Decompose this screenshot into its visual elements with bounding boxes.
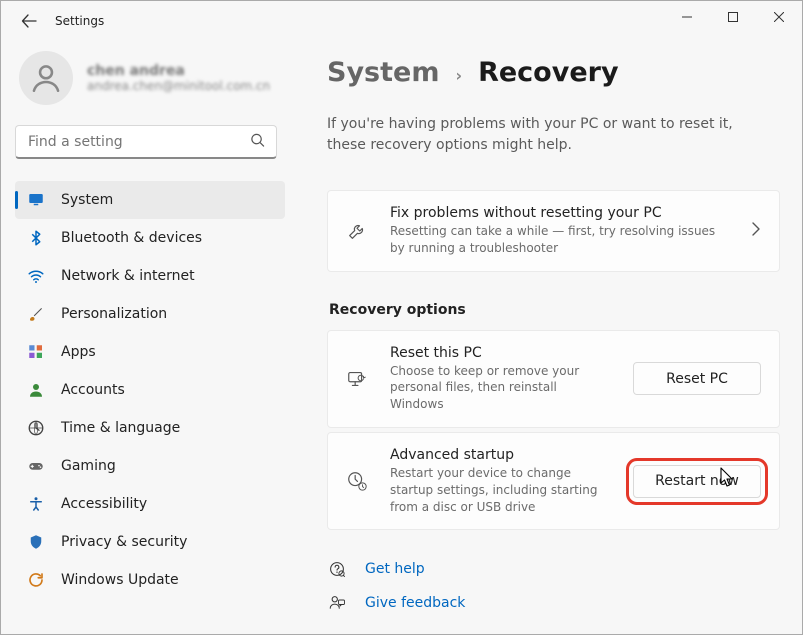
card-reset-pc: Reset this PC Choose to keep or remove y… xyxy=(327,330,780,428)
monitor-icon xyxy=(27,191,45,209)
sidebar-item-label: Accounts xyxy=(61,382,125,398)
wifi-icon xyxy=(27,267,45,285)
sidebar-item-label: Network & internet xyxy=(61,268,195,284)
maximize-button[interactable] xyxy=(710,1,756,33)
sidebar-item-apps[interactable]: Apps xyxy=(15,333,285,371)
sidebar-item-label: Personalization xyxy=(61,306,167,322)
titlebar: Settings xyxy=(1,1,802,41)
reset-pc-sub: Choose to keep or remove your personal f… xyxy=(390,363,611,413)
sidebar-item-accessibility[interactable]: Accessibility xyxy=(15,485,285,523)
search-input[interactable] xyxy=(15,125,277,159)
sidebar-item-personalization[interactable]: Personalization xyxy=(15,295,285,333)
maximize-icon xyxy=(728,12,738,22)
shield-icon xyxy=(27,533,45,551)
minimize-button[interactable] xyxy=(664,1,710,33)
sidebar-item-label: System xyxy=(61,192,113,208)
feedback-icon xyxy=(328,594,346,612)
wrench-icon xyxy=(346,220,368,242)
give-feedback-label: Give feedback xyxy=(365,595,465,611)
clock-globe-icon xyxy=(27,419,45,437)
profile-name: chen andrea xyxy=(87,63,270,79)
person-icon xyxy=(29,61,63,95)
reset-pc-title: Reset this PC xyxy=(390,345,611,361)
fix-problems-sub: Resetting can take a while — first, try … xyxy=(390,223,729,257)
advanced-startup-sub: Restart your device to change startup se… xyxy=(390,465,611,515)
sidebar-item-accounts[interactable]: Accounts xyxy=(15,371,285,409)
sidebar-item-label: Gaming xyxy=(61,458,116,474)
minimize-icon xyxy=(682,12,692,22)
sidebar-item-time-language[interactable]: Time & language xyxy=(15,409,285,447)
sidebar-item-privacy-security[interactable]: Privacy & security xyxy=(15,523,285,561)
breadcrumb-current: Recovery xyxy=(478,57,618,88)
sidebar-item-label: Bluetooth & devices xyxy=(61,230,202,246)
breadcrumb-parent[interactable]: System xyxy=(327,57,439,88)
advanced-startup-title: Advanced startup xyxy=(390,447,611,463)
search-icon xyxy=(250,133,265,152)
search-box[interactable] xyxy=(15,125,277,159)
get-help-label: Get help xyxy=(365,561,425,577)
content: System › Recovery If you're having probl… xyxy=(291,41,802,634)
apps-icon xyxy=(27,343,45,361)
profile-email: andrea.chen@minitool.com.cn xyxy=(87,79,270,93)
update-icon xyxy=(27,571,45,589)
accessibility-icon xyxy=(27,495,45,513)
sidebar-item-system[interactable]: System xyxy=(15,181,285,219)
restart-now-button[interactable]: Restart now xyxy=(633,465,761,498)
sidebar-item-label: Privacy & security xyxy=(61,534,187,550)
nav-list: System Bluetooth & devices Network & inter… xyxy=(15,181,285,599)
breadcrumb: System › Recovery xyxy=(327,57,780,88)
card-advanced-startup: Advanced startup Restart your device to … xyxy=(327,432,780,530)
reset-pc-button[interactable]: Reset PC xyxy=(633,362,761,395)
lead-text: If you're having problems with your PC o… xyxy=(327,114,780,156)
give-feedback-link[interactable]: Give feedback xyxy=(327,586,780,620)
chevron-right-icon xyxy=(751,221,761,240)
help-icon xyxy=(328,560,346,578)
brush-icon xyxy=(27,305,45,323)
recovery-options-heading: Recovery options xyxy=(329,302,780,318)
sidebar: chen andrea andrea.chen@minitool.com.cn … xyxy=(1,41,291,634)
sidebar-item-label: Accessibility xyxy=(61,496,147,512)
chevron-right-icon: › xyxy=(455,66,462,85)
startup-icon xyxy=(346,470,368,492)
sidebar-item-label: Apps xyxy=(61,344,96,360)
get-help-link[interactable]: Get help xyxy=(327,552,780,586)
arrow-left-icon xyxy=(21,13,37,29)
close-button[interactable] xyxy=(756,1,802,33)
sidebar-item-label: Windows Update xyxy=(61,572,179,588)
reset-icon xyxy=(346,368,368,390)
window-title: Settings xyxy=(55,14,104,28)
profile[interactable]: chen andrea andrea.chen@minitool.com.cn xyxy=(19,51,285,105)
back-button[interactable] xyxy=(15,7,43,35)
avatar xyxy=(19,51,73,105)
sidebar-item-gaming[interactable]: Gaming xyxy=(15,447,285,485)
person-icon xyxy=(27,381,45,399)
card-fix-problems[interactable]: Fix problems without resetting your PC R… xyxy=(327,190,780,272)
gamepad-icon xyxy=(27,457,45,475)
close-icon xyxy=(774,12,784,22)
sidebar-item-label: Time & language xyxy=(61,420,180,436)
sidebar-item-bluetooth-devices[interactable]: Bluetooth & devices xyxy=(15,219,285,257)
sidebar-item-network-internet[interactable]: Network & internet xyxy=(15,257,285,295)
bluetooth-icon xyxy=(27,229,45,247)
sidebar-item-windows-update[interactable]: Windows Update xyxy=(15,561,285,599)
fix-problems-title: Fix problems without resetting your PC xyxy=(390,205,729,221)
